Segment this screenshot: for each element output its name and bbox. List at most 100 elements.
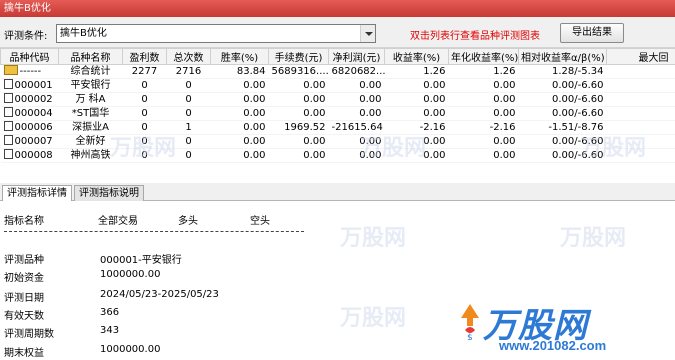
col-header[interactable]: 品种代码 (0, 48, 59, 65)
cell-annual: 0.00 (493, 108, 516, 119)
detail-label: 期末权益 (4, 348, 44, 359)
cell-rel: 0.00/-6.60 (551, 108, 604, 119)
export-button[interactable]: 导出结果 (560, 23, 624, 43)
detail-label: 评测品种 (4, 255, 44, 266)
cell-total: 0 (185, 108, 192, 119)
cell-net: 0.00 (359, 80, 382, 91)
detail-value: 1000000.00 (100, 344, 161, 355)
tab-explanation[interactable]: 评测指标说明 (74, 185, 144, 202)
watermark-text: 万股网 (340, 306, 407, 331)
cell-total: 0 (185, 94, 192, 105)
results-table: 品种代码 品种名称 盈利数 总次数 胜率(%) 手续费(元) 净利润(元) 收益… (0, 48, 675, 180)
detail-value: 000001-平安银行 (100, 255, 182, 266)
watermark-text: 万股网 (110, 136, 177, 161)
cell-win: 0.00 (243, 94, 266, 105)
chevron-down-icon[interactable] (360, 25, 375, 42)
cell-net: 0.00 (359, 108, 382, 119)
brand-logo-icon: $ (461, 304, 479, 340)
detail-value: 366 (100, 307, 120, 318)
stock-icon (3, 93, 13, 103)
cell-name: 综合统计 (70, 66, 111, 77)
detail-header-all: 全部交易 (98, 216, 138, 227)
detail-header-short: 空头 (250, 216, 270, 227)
detail-label: 评测周期数 (4, 329, 54, 340)
cell-maxdd (607, 107, 675, 121)
col-header[interactable]: 收益率(%) (384, 48, 449, 65)
cell-profit: 0 (141, 108, 148, 119)
stock-icon (3, 107, 13, 117)
cell-win: 0.00 (243, 150, 266, 161)
col-header[interactable]: 胜率(%) (210, 48, 269, 65)
stock-icon (3, 135, 13, 145)
svg-text:$: $ (467, 333, 473, 340)
code-text: ------ (19, 66, 42, 77)
cell-annual: 0.00 (493, 150, 516, 161)
code-text: 000006 (14, 122, 53, 133)
table-row[interactable]: 000004 *ST国华 0 0 0.00 0.00 0.00 0.00 0.00 0.00/-6… (0, 107, 675, 121)
table-row[interactable]: 000001 平安银行 0 0 0.00 0.00 0.00 0.00 0.00 0.00/-6.… (0, 79, 675, 93)
cell-annual: 0.00 (493, 80, 516, 91)
cell-code: 000006 (1, 121, 59, 135)
col-header[interactable]: 年化收益率(%) (448, 48, 519, 65)
detail-value: 343 (100, 325, 120, 336)
table-row[interactable]: ------ 综合统计 2277 2716 83.84 5689316.... 682068… (0, 65, 675, 79)
col-header[interactable]: 最大回 (606, 48, 675, 65)
cell-annual: -2.16 (489, 122, 516, 133)
detail-label: 评测日期 (4, 293, 44, 304)
detail-label: 初始资金 (4, 273, 44, 284)
table-row[interactable]: 000008 神州高铁 0 0 0.00 0.00 0.00 0.00 0.00 0.00/-6.… (0, 149, 675, 163)
cell-maxdd (607, 93, 675, 107)
watermark-text: 万股网 (560, 226, 627, 251)
code-text: 000001 (14, 80, 53, 91)
cell-win: 0.00 (243, 108, 266, 119)
summary-icon (3, 65, 18, 75)
col-header[interactable]: 总次数 (166, 48, 211, 65)
col-header[interactable]: 盈利数 (122, 48, 167, 65)
cell-win: 83.84 (236, 66, 266, 77)
cell-code: 000007 (1, 135, 59, 149)
cell-ret: 1.26 (423, 66, 446, 77)
condition-value: 擒牛B优化 (60, 28, 107, 39)
hint-text: 双击列表行查看品种评测图表 (410, 31, 540, 42)
cell-annual: 1.26 (493, 66, 516, 77)
cell-total: 2716 (175, 66, 202, 77)
detail-header-long: 多头 (178, 216, 198, 227)
detail-header-metric: 指标名称 (4, 216, 44, 227)
cell-rel: 0.00/-6.60 (551, 94, 604, 105)
cell-profit: 0 (141, 80, 148, 91)
col-header[interactable]: 手续费(元) (268, 48, 329, 65)
detail-value: 2024/05/23-2025/05/23 (100, 289, 219, 300)
code-text: 000002 (14, 94, 53, 105)
code-text: 000007 (14, 136, 53, 147)
detail-label: 有效天数 (4, 311, 44, 322)
cell-code: 000001 (1, 79, 59, 93)
cell-win: 0.00 (243, 136, 266, 147)
condition-label: 评测条件: (4, 31, 48, 42)
cell-total: 0 (185, 80, 192, 91)
toolbar: 评测条件: 擒牛B优化 双击列表行查看品种评测图表 导出结果 (0, 17, 675, 48)
cell-fee: 0.00 (303, 150, 326, 161)
cell-win: 0.00 (243, 122, 266, 133)
cell-fee: 0.00 (303, 94, 326, 105)
cell-code: 000004 (1, 107, 59, 121)
col-header[interactable]: 相对收益率α/β(%) (518, 48, 607, 65)
divider (4, 231, 304, 232)
condition-select[interactable]: 擒牛B优化 (56, 24, 376, 43)
cell-profit: 2277 (131, 66, 158, 77)
table-row[interactable]: 000002 万 科A 0 0 0.00 0.00 0.00 0.00 0.00 0.00/-6.… (0, 93, 675, 107)
table-row[interactable]: 000006 深振业A 0 1 0.00 1969.52 -21615.64 -2.16 -2.… (0, 121, 675, 135)
cell-net: 0.00 (359, 94, 382, 105)
cell-rel: 1.28/-5.34 (551, 66, 604, 77)
table-row[interactable]: 000007 全新好 0 0 0.00 0.00 0.00 0.00 0.00 0.00/-6.6… (0, 135, 675, 149)
col-header[interactable]: 净利润(元) (328, 48, 385, 65)
cell-fee: 0.00 (303, 136, 326, 147)
brand-url: www.201082.com (499, 338, 607, 353)
cell-net: 6820682... (331, 66, 385, 77)
cell-ret: 0.00 (423, 80, 446, 91)
col-header[interactable]: 品种名称 (58, 48, 123, 65)
brand-watermark: $ 万股网 www.201082.com (455, 298, 675, 360)
detail-value: 1000000.00 (100, 269, 161, 280)
cell-ret: 0.00 (423, 108, 446, 119)
stock-icon (3, 121, 13, 131)
cell-annual: 0.00 (493, 94, 516, 105)
